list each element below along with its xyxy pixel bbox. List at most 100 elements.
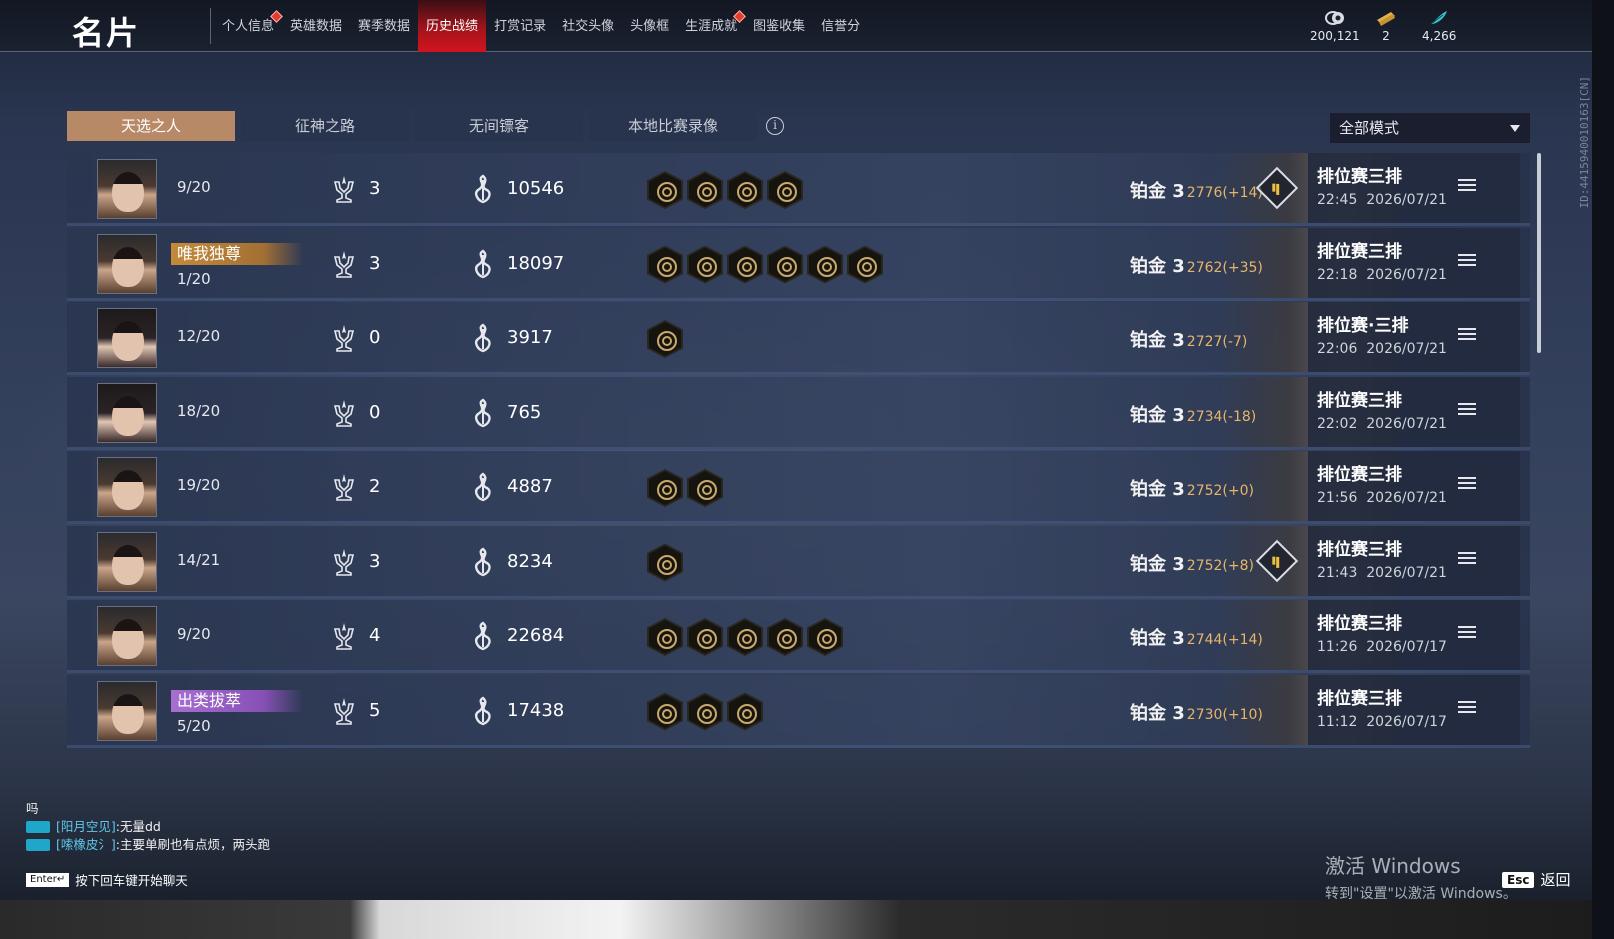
mode-select[interactable]: 全部模式 xyxy=(1330,113,1530,143)
placement: 9/20 xyxy=(177,625,211,643)
tab-6[interactable]: 头像框 xyxy=(622,0,677,52)
tab-4[interactable]: 打赏记录 xyxy=(486,0,554,52)
tab-3[interactable]: 历史战绩 xyxy=(418,0,487,52)
match-record-row[interactable]: 12/20 0 3917 铂金 3 2727(-7) 排位赛·三排 22:06 2026/0… xyxy=(67,302,1530,375)
coin-icon xyxy=(1324,11,1344,25)
achievement-badge-icon[interactable] xyxy=(767,618,803,656)
chat-sender[interactable]: [嗦橡皮氵] xyxy=(56,836,116,854)
tab-1[interactable]: 英雄数据 xyxy=(282,0,350,52)
match-record-row[interactable]: 出类拔萃 5/20 5 17438 铂金 3 2730(+10) 排位赛三排 11:12 20… xyxy=(67,674,1530,748)
achievement-badge-icon[interactable] xyxy=(727,692,763,731)
match-record-row[interactable]: 19/20 2 4887 铂金 3 2752(+0) 排位赛三排 21:56 2026/07… xyxy=(67,451,1530,524)
rank-tier: 铂金 3 2744(+14) xyxy=(1130,624,1263,650)
achievement-badge-icon[interactable] xyxy=(807,618,843,656)
placement: 18/20 xyxy=(177,401,221,420)
rank-tier: 铂金 3 2727(-7) xyxy=(1130,326,1247,352)
detail-menu-icon[interactable] xyxy=(1458,551,1476,566)
mode-tabs: 天选之人 征神之路 无间镖客 本地比赛录像 xyxy=(67,111,757,141)
hero-avatar xyxy=(97,457,157,517)
achievement-badge-icon[interactable] xyxy=(767,171,803,209)
match-clock: 11:26 xyxy=(1317,639,1358,655)
tab-9[interactable]: 信誉分 xyxy=(813,0,868,52)
rank-score: 2727(-7) xyxy=(1186,334,1248,350)
achievement-badge-icon[interactable] xyxy=(647,692,683,731)
esc-key-icon: Esc xyxy=(1502,871,1535,888)
kills-value: 5 xyxy=(369,699,381,721)
match-record-row[interactable]: 18/20 0 765 铂金 3 2734(-18) 排位赛三排 22:02 2026/07… xyxy=(67,376,1530,450)
detail-menu-icon[interactable] xyxy=(1458,626,1476,640)
rank-score: 2762(+35) xyxy=(1186,259,1263,276)
achievement-badge-icon[interactable] xyxy=(687,245,723,284)
tab-2[interactable]: 赛季数据 xyxy=(350,0,418,52)
achievement-badge-icon[interactable] xyxy=(847,245,883,284)
achievement-badge-icon[interactable] xyxy=(727,245,763,284)
damage-value: 765 xyxy=(507,401,542,423)
achievement-badge-icon[interactable] xyxy=(727,618,763,656)
chat-message: [嗦橡皮氵] :主要单刷也有点烦，两头跑 xyxy=(26,836,270,854)
back-button[interactable]: Esc 返回 xyxy=(1502,869,1570,890)
achievement-badge-icon[interactable] xyxy=(647,320,683,358)
rank-tier: 铂金 3 2752(+0) xyxy=(1130,475,1254,501)
detail-menu-icon[interactable] xyxy=(1458,253,1476,268)
rank-tier: 铂金 3 2752(+8) xyxy=(1130,550,1254,576)
achievement-badge-icon[interactable] xyxy=(727,171,763,209)
damage-icon xyxy=(472,174,498,204)
tab-8[interactable]: 图鉴收集 xyxy=(745,0,813,52)
damage-value: 4887 xyxy=(507,476,553,497)
damage-icon xyxy=(472,472,498,502)
kills-trophy-icon xyxy=(331,547,357,577)
achievement-badge-icon[interactable] xyxy=(687,692,723,731)
achievement-badge-icon[interactable] xyxy=(647,618,683,656)
chat-sender[interactable]: [阳月空见] xyxy=(56,818,116,836)
achievement-badge-icon[interactable] xyxy=(647,469,683,507)
achievement-badges xyxy=(647,692,763,731)
match-time: 11:12 2026/07/17 xyxy=(1317,714,1447,730)
match-record-row[interactable]: 9/20 4 22684 铂金 3 2744(+14) 排位赛三排 11:26 2026/0… xyxy=(67,600,1530,673)
achievement-badge-icon[interactable] xyxy=(687,469,723,507)
achievement-badge-icon[interactable] xyxy=(687,171,723,209)
achievement-badge-icon[interactable] xyxy=(647,245,683,284)
tab-0[interactable]: 个人信息 xyxy=(214,0,283,52)
match-type: 排位赛三排 xyxy=(1317,539,1402,560)
tab-5[interactable]: 社交头像 xyxy=(554,0,622,52)
info-icon[interactable]: i xyxy=(766,117,784,135)
placement: 5/20 xyxy=(177,716,211,735)
damage-icon xyxy=(472,323,498,353)
achievement-badge-icon[interactable] xyxy=(647,171,683,209)
tab-wujian[interactable]: 无间镖客 xyxy=(415,111,583,141)
match-record-row[interactable]: 14/21 3 8234 铂金 3 2752(+8) 排位赛三排 21:43 2026/07… xyxy=(67,525,1530,599)
match-record-row[interactable]: 9/20 3 10546 铂金 3 2776(+14) 排位赛三排 22:45 2026/0… xyxy=(67,153,1530,226)
chat-enter-hint[interactable]: Enter↵ 按下回车键开始聊天 xyxy=(26,870,188,889)
tab-label: 信誉分 xyxy=(821,19,861,34)
activation-title: 激活 Windows xyxy=(1325,854,1461,878)
list-scrollbar[interactable] xyxy=(1537,153,1541,353)
achievement-badge-icon[interactable] xyxy=(807,245,843,284)
page-title: 名片 xyxy=(72,14,141,52)
match-date: 2026/07/21 xyxy=(1366,564,1447,581)
kills-trophy-icon xyxy=(331,174,357,204)
kills-value: 3 xyxy=(369,178,381,199)
tab-7[interactable]: 生涯成就 xyxy=(677,0,746,52)
detail-menu-icon[interactable] xyxy=(1458,402,1476,417)
achievement-badge-icon[interactable] xyxy=(767,245,803,284)
match-time: 22:45 2026/07/21 xyxy=(1317,192,1447,208)
match-clock: 21:56 xyxy=(1317,490,1358,506)
achievement-badges xyxy=(647,469,723,507)
tab-label: 图鉴收集 xyxy=(753,19,806,34)
tab-tianxuan[interactable]: 天选之人 xyxy=(67,111,235,141)
achievement-badge-icon[interactable] xyxy=(647,543,683,582)
match-time: 22:02 2026/07/21 xyxy=(1317,416,1447,432)
detail-menu-icon[interactable] xyxy=(1458,328,1476,342)
tab-local-replay[interactable]: 本地比赛录像 xyxy=(589,111,757,141)
detail-menu-icon[interactable] xyxy=(1458,179,1476,193)
achievement-badges xyxy=(647,245,883,284)
detail-menu-icon[interactable] xyxy=(1458,700,1476,715)
detail-menu-icon[interactable] xyxy=(1458,477,1476,491)
achievement-badge-icon[interactable] xyxy=(687,618,723,656)
tab-label: 个人信息 xyxy=(222,19,275,34)
tab-label: 生涯成就 xyxy=(685,19,738,34)
match-time: 21:43 2026/07/21 xyxy=(1317,565,1447,581)
match-record-row[interactable]: 唯我独尊 1/20 3 18097 铂金 3 2762(+35) 排位赛三排 22:18 20… xyxy=(67,227,1530,301)
kills-trophy-icon xyxy=(331,249,357,279)
tab-zhengshen[interactable]: 征神之路 xyxy=(241,111,409,141)
